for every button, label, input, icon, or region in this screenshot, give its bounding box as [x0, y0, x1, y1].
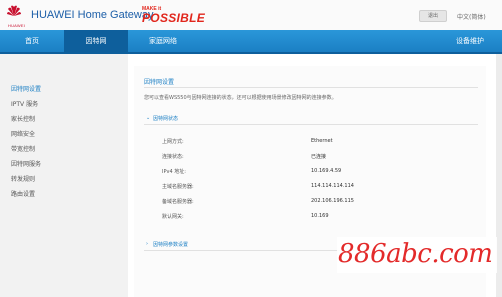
watermark-text: 886abc.com [338, 239, 493, 269]
row-label-primary-dns: 主域名服务器: [162, 184, 194, 190]
chevron-down-icon: ⌄ [146, 115, 151, 121]
make-it-possible-logo: MAKE it POSSIBLE [142, 7, 206, 25]
sidebar-item-internet-settings[interactable]: 因特网设置 [11, 84, 41, 93]
row-label-connection-status: 连接状态: [162, 154, 184, 160]
language-select[interactable]: 中文(简体) [457, 12, 486, 21]
sidebar-item-bandwidth-control[interactable]: 带宽控制 [11, 144, 35, 153]
row-label-default-gateway: 默认网关: [162, 214, 184, 220]
chevron-right-icon: › [146, 241, 148, 247]
row-value-connection-status: 已连接 [311, 154, 327, 160]
slogan-big: POSSIBLE [142, 11, 206, 25]
row-label-ipv4-address: IPv4 地址: [162, 169, 186, 175]
page-description: 您可以查看WS550与因特网连接的状态，还可以根据使用场景修改因特网的连接参数。 [144, 95, 337, 101]
row-value-primary-dns: 114.114.114.114 [311, 183, 354, 189]
internet-status-section-header[interactable]: ⌄ 因特网状态 [144, 113, 478, 125]
product-title: HUAWEI Home Gateway [31, 9, 154, 21]
row-value-secondary-dns: 202.106.196.115 [311, 198, 354, 204]
row-value-ipv4-address: 10.169.4.59 [311, 168, 342, 174]
sidebar-item-network-security[interactable]: 网络安全 [11, 129, 35, 138]
row-value-default-gateway: 10.169 [311, 213, 329, 219]
sidebar-item-internet-services[interactable]: 因特网服务 [11, 159, 41, 168]
brand-text: HUAWEI [8, 23, 26, 28]
title-divider [144, 87, 478, 88]
sidebar-item-forwarding-rules[interactable]: 转发规则 [11, 174, 35, 183]
sidebar-item-parental-control[interactable]: 家长控制 [11, 114, 35, 123]
sidebar-item-routing[interactable]: 路由设置 [11, 189, 35, 198]
nav-tab-internet[interactable]: 因特网 [64, 30, 128, 52]
row-label-secondary-dns: 备域名服务器: [162, 199, 194, 205]
page-title: 因特网设置 [144, 79, 175, 86]
nav-tab-home-network[interactable]: 家庭网络 [128, 30, 198, 52]
nav-tab-maintenance[interactable]: 设备维护 [438, 30, 502, 52]
huawei-logo-icon [7, 5, 21, 17]
row-value-connection-type: Ethernet [311, 138, 333, 144]
section-title: 因特网状态 [153, 116, 179, 122]
header: HUAWEI HUAWEI Home Gateway MAKE it POSSI… [0, 0, 502, 30]
section-title: 因特网参数设置 [153, 242, 189, 248]
huawei-logo: HUAWEI [6, 4, 26, 28]
logout-button[interactable]: 退出 [419, 10, 447, 22]
main-nav: 首页 因特网 家庭网络 设备维护 [0, 30, 502, 52]
sidebar-item-iptv[interactable]: IPTV 服务 [11, 99, 38, 108]
nav-tab-home[interactable]: 首页 [0, 30, 64, 52]
row-label-connection-type: 上网方式: [162, 139, 184, 145]
